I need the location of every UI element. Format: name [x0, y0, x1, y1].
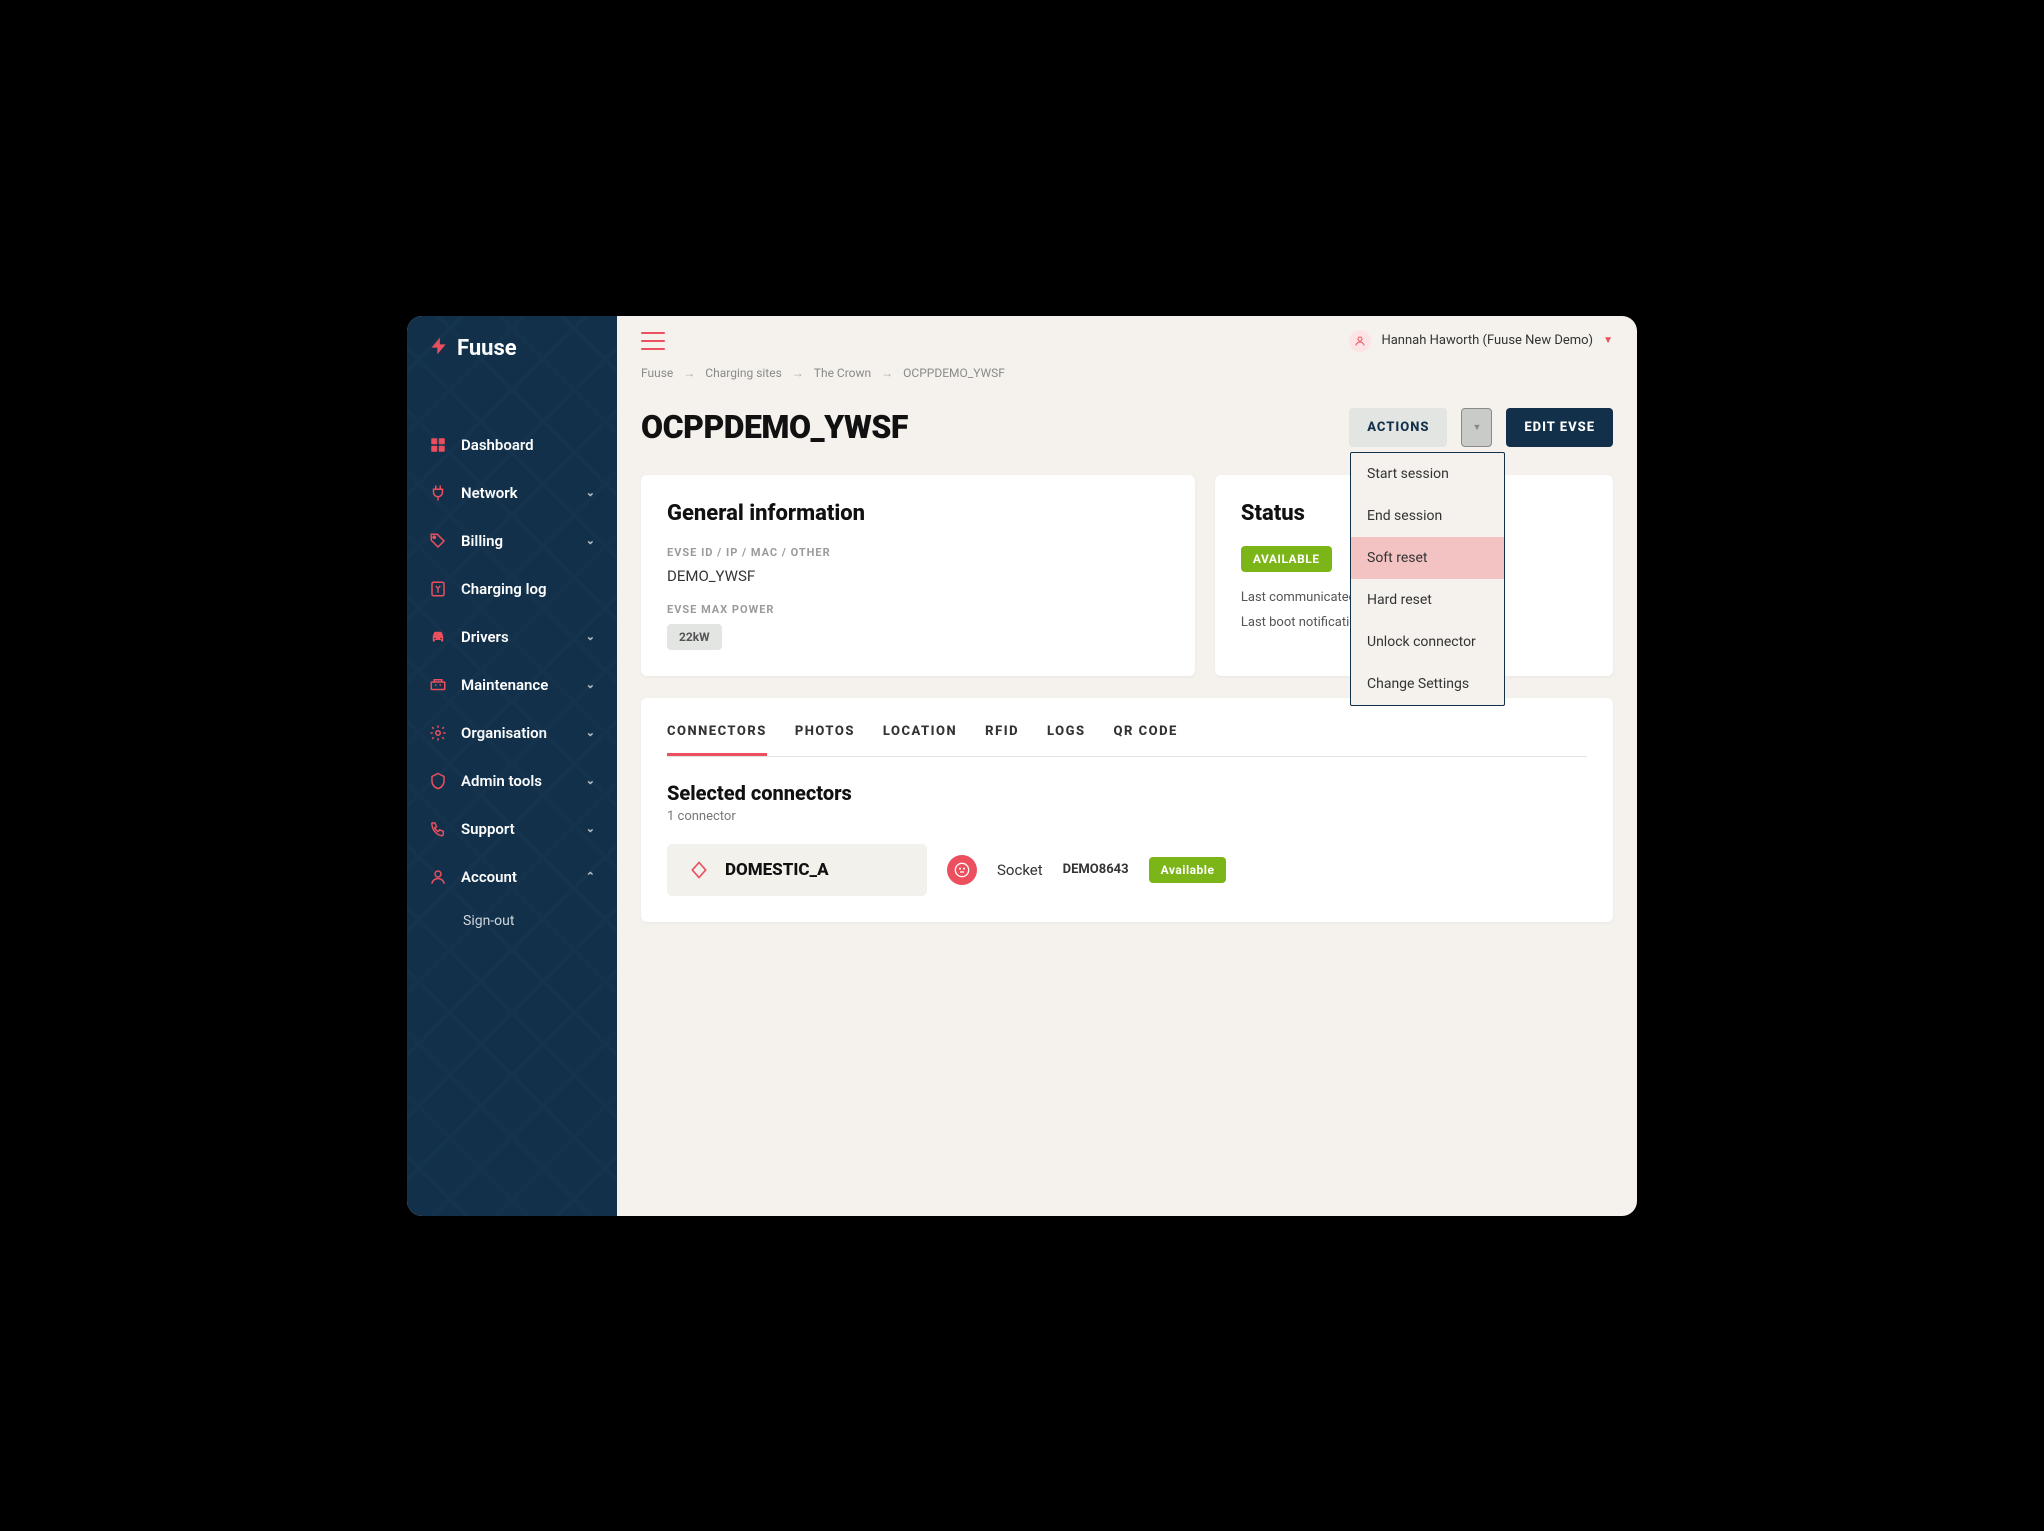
dropdown-item-start-session[interactable]: Start session: [1351, 453, 1504, 495]
user-menu[interactable]: Hannah Haworth (Fuuse New Demo) ▼: [1349, 330, 1613, 352]
sidebar-item-account[interactable]: Account ⌃: [407, 853, 617, 901]
sidebar-item-maintenance[interactable]: Maintenance ⌄: [407, 661, 617, 709]
chevron-down-icon: ⌄: [586, 534, 595, 547]
shield-icon: [429, 772, 447, 790]
sidebar-item-support[interactable]: Support ⌄: [407, 805, 617, 853]
sidebar: Fuuse Dashboard Network ⌄ Billing ⌄ Charging …: [407, 316, 617, 1216]
breadcrumb: Fuuse → Charging sites → The Crown → OCPPDEMO_…: [641, 366, 1613, 380]
chevron-down-icon: ⌄: [586, 678, 595, 691]
sidebar-item-label: Organisation: [461, 724, 572, 742]
user-avatar-icon: [1349, 330, 1371, 352]
connector-name: DOMESTIC_A: [725, 860, 829, 880]
general-info-card: General information EVSE ID / IP / MAC /…: [641, 475, 1195, 676]
arrow-right-icon: →: [792, 366, 804, 380]
dashboard-icon: [429, 436, 447, 454]
tab-connectors[interactable]: CONNECTORS: [667, 724, 767, 756]
tabs: CONNECTORS PHOTOS LOCATION RFID LOGS QR CODE: [667, 724, 1587, 757]
dropdown-item-end-session[interactable]: End session: [1351, 495, 1504, 537]
chevron-down-icon: ⌄: [586, 486, 595, 499]
general-title: General information: [667, 501, 1169, 526]
actions-button[interactable]: ACTIONS: [1349, 408, 1447, 447]
sidebar-item-billing[interactable]: Billing ⌄: [407, 517, 617, 565]
plug-icon: [429, 484, 447, 502]
phone-icon: [429, 820, 447, 838]
sidebar-item-drivers[interactable]: Drivers ⌄: [407, 613, 617, 661]
tab-photos[interactable]: PHOTOS: [795, 724, 855, 756]
breadcrumb-item: OCPPDEMO_YWSF: [903, 366, 1005, 380]
edit-evse-button[interactable]: EDIT EVSE: [1506, 408, 1613, 447]
power-badge: 22kW: [667, 624, 722, 650]
brand-name: Fuuse: [457, 336, 517, 361]
main-content: Hannah Haworth (Fuuse New Demo) ▼ Fuuse →…: [617, 316, 1637, 1216]
connector-name-box[interactable]: DOMESTIC_A: [667, 844, 927, 896]
brand-logo[interactable]: Fuuse: [407, 316, 617, 381]
sidebar-item-label: Drivers: [461, 628, 572, 646]
dropdown-item-hard-reset[interactable]: Hard reset: [1351, 579, 1504, 621]
car-icon: [429, 628, 447, 646]
gear-icon: [429, 724, 447, 742]
socket-label: Socket: [997, 861, 1043, 879]
tab-location[interactable]: LOCATION: [883, 724, 957, 756]
tab-logs[interactable]: LOGS: [1047, 724, 1086, 756]
socket-icon: [947, 855, 977, 885]
breadcrumb-item[interactable]: The Crown: [814, 366, 871, 380]
breadcrumb-item[interactable]: Charging sites: [705, 366, 782, 380]
sidebar-item-charging-log[interactable]: Charging log: [407, 565, 617, 613]
arrow-right-icon: →: [881, 366, 893, 380]
topbar: Hannah Haworth (Fuuse New Demo) ▼: [617, 316, 1637, 366]
sidebar-item-label: Admin tools: [461, 772, 572, 790]
evse-id-value: DEMO_YWSF: [667, 567, 1169, 585]
dropdown-item-change-settings[interactable]: Change Settings: [1351, 663, 1504, 705]
page-title: OCPPDEMO_YWSF: [641, 408, 908, 446]
sidebar-nav: Dashboard Network ⌄ Billing ⌄ Charging log Dri…: [407, 421, 617, 941]
chevron-down-icon: ⌄: [586, 774, 595, 787]
user-icon: [429, 868, 447, 886]
sidebar-item-label: Maintenance: [461, 676, 572, 694]
tab-qr-code[interactable]: QR CODE: [1114, 724, 1178, 756]
sidebar-item-label: Account: [461, 868, 572, 886]
connector-row: DOMESTIC_A Socket DEMO8643 Available: [667, 844, 1587, 896]
actions-button-label: ACTIONS: [1367, 420, 1429, 435]
evse-id-label: EVSE ID / IP / MAC / OTHER: [667, 546, 1169, 559]
user-name: Hannah Haworth (Fuuse New Demo): [1381, 333, 1593, 348]
hamburger-icon[interactable]: [641, 332, 665, 350]
sidebar-item-label: Support: [461, 820, 572, 838]
sidebar-item-label: Network: [461, 484, 572, 502]
caret-down-icon: ▼: [1603, 335, 1613, 346]
chevron-down-icon: ⌄: [586, 822, 595, 835]
sidebar-item-dashboard[interactable]: Dashboard: [407, 421, 617, 469]
sidebar-item-organisation[interactable]: Organisation ⌄: [407, 709, 617, 757]
chevron-down-icon: ⌄: [586, 630, 595, 643]
sidebar-item-admin-tools[interactable]: Admin tools ⌄: [407, 757, 617, 805]
tag-icon: [429, 532, 447, 550]
breadcrumb-item[interactable]: Fuuse: [641, 366, 673, 380]
power-label: EVSE MAX POWER: [667, 603, 1169, 616]
connectors-count: 1 connector: [667, 809, 1587, 824]
sidebar-item-label: Billing: [461, 532, 572, 550]
tab-rfid[interactable]: RFID: [985, 724, 1019, 756]
connector-type-icon: [687, 858, 711, 882]
sidebar-item-label: Dashboard: [461, 436, 595, 454]
edit-button-label: EDIT EVSE: [1524, 420, 1595, 435]
signout-link[interactable]: Sign-out: [407, 901, 617, 941]
status-badge: AVAILABLE: [1241, 546, 1332, 572]
chevron-down-icon: ⌄: [586, 726, 595, 739]
arrow-right-icon: →: [683, 366, 695, 380]
actions-caret-button[interactable]: ▼: [1461, 408, 1492, 447]
connector-id: DEMO8643: [1063, 862, 1129, 877]
connectors-title: Selected connectors: [667, 781, 1587, 805]
log-icon: [429, 580, 447, 598]
sidebar-item-label: Charging log: [461, 580, 595, 598]
logo-icon: [429, 336, 449, 361]
chevron-up-icon: ⌃: [586, 870, 595, 883]
dropdown-item-soft-reset[interactable]: Soft reset: [1351, 537, 1504, 579]
sidebar-item-network[interactable]: Network ⌄: [407, 469, 617, 517]
actions-dropdown: Start sessionEnd sessionSoft resetHard r…: [1350, 452, 1505, 706]
tool-icon: [429, 676, 447, 694]
dropdown-item-unlock-connector[interactable]: Unlock connector: [1351, 621, 1504, 663]
connector-status-badge: Available: [1149, 857, 1227, 883]
tabs-card: CONNECTORSPHOTOSLOCATIONRFIDLOGSQR CODE …: [641, 698, 1613, 922]
